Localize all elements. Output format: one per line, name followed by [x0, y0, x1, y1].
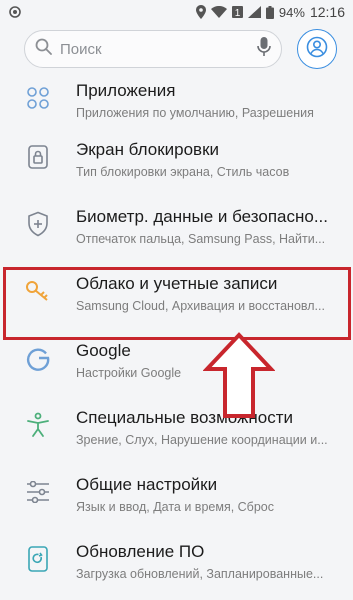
shield-icon: [27, 211, 49, 242]
key-icon: [25, 280, 51, 307]
settings-item-subtitle: Приложения по умолчанию, Разрешения: [76, 105, 314, 120]
account-icon: [306, 36, 328, 63]
settings-item-title: Биометр. данные и безопасно...: [76, 207, 328, 226]
settings-item-subtitle: Отпечаток пальца, Samsung Pass, Найти...: [76, 232, 326, 246]
accessibility-icon: [26, 412, 50, 443]
settings-item-google[interactable]: Google Настройки Google: [0, 327, 353, 394]
sim-badge-icon: 1: [231, 6, 243, 18]
svg-text:1: 1: [235, 8, 241, 18]
status-bar: 1 94% 12:16: [0, 0, 353, 24]
google-icon: [25, 345, 51, 376]
settings-item-title: Приложения: [76, 80, 176, 100]
settings-item-general-management[interactable]: Общие настройки Язык и ввод, Дата и врем…: [0, 461, 353, 528]
search-placeholder: Поиск: [60, 40, 102, 58]
settings-item-title: Общие настройки: [76, 475, 218, 494]
settings-item-subtitle: Samsung Cloud, Архивация и восстановл...: [76, 299, 325, 313]
settings-item-subtitle: Загрузка обновлений, Запланированные...: [76, 567, 324, 581]
battery-percent: 94%: [278, 4, 305, 20]
settings-item-apps[interactable]: Приложения Приложения по умолчанию, Разр…: [0, 74, 353, 126]
location-icon: [195, 5, 206, 19]
settings-item-title: Специальные возможности: [76, 408, 294, 427]
software-update-icon: [28, 546, 48, 577]
settings-item-title: Google: [76, 341, 131, 360]
settings-header: Поиск: [0, 24, 353, 74]
settings-item-subtitle: Язык и ввод, Дата и время, Сброс: [76, 500, 274, 514]
settings-item-cloud-accounts[interactable]: Облако и учетные записи Samsung Cloud, А…: [0, 260, 353, 327]
settings-screen: 1 94% 12:16 Поиск Приложения Приложения …: [0, 0, 353, 600]
settings-item-accessibility[interactable]: Специальные возможности Зрение, Слух, На…: [0, 394, 353, 461]
settings-item-title: Облако и учетные записи: [76, 274, 278, 293]
settings-item-subtitle: Тип блокировки экрана, Стиль часов: [76, 165, 290, 179]
settings-item-title: Экран блокировки: [76, 140, 220, 159]
apps-grid-icon: [26, 86, 50, 115]
lock-icon: [27, 144, 49, 175]
settings-item-biometrics[interactable]: Биометр. данные и безопасно... Отпечаток…: [0, 193, 353, 260]
search-input[interactable]: Поиск: [24, 30, 282, 68]
clock: 12:16: [309, 4, 345, 20]
account-button[interactable]: [297, 29, 337, 69]
signal-icon: [247, 6, 261, 18]
settings-item-title: Обновление ПО: [76, 542, 205, 561]
wifi-icon: [210, 6, 227, 18]
settings-item-subtitle: Настройки Google: [76, 366, 182, 380]
settings-list: Приложения Приложения по умолчанию, Разр…: [0, 74, 353, 595]
settings-item-software-update[interactable]: Обновление ПО Загрузка обновлений, Запла…: [0, 528, 353, 595]
battery-icon: [265, 5, 274, 19]
search-icon: [35, 38, 52, 60]
microphone-icon[interactable]: [257, 36, 271, 62]
settings-item-lock-screen[interactable]: Экран блокировки Тип блокировки экрана, …: [0, 126, 353, 193]
sliders-icon: [26, 480, 50, 508]
settings-item-subtitle: Зрение, Слух, Нарушение координации и...: [76, 433, 328, 447]
sync-icon: [8, 5, 22, 19]
